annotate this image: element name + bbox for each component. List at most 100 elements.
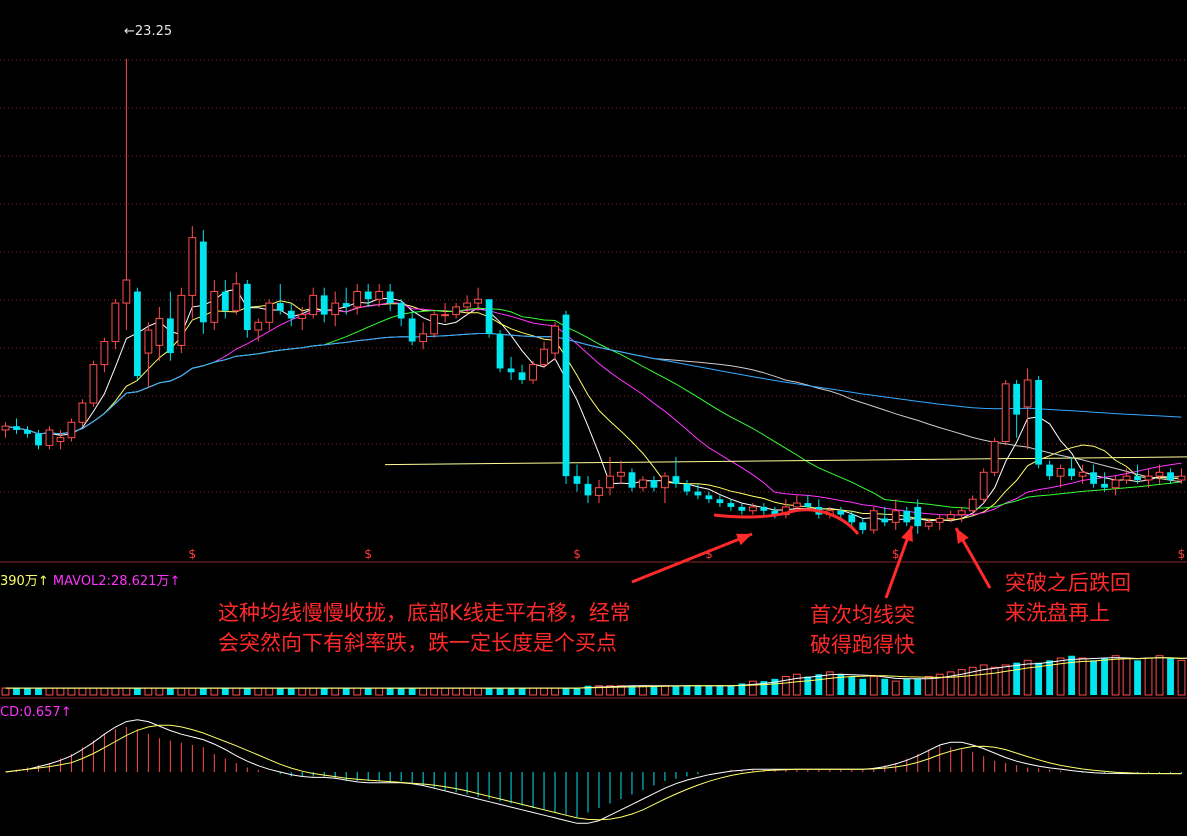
candle-body-up — [1155, 471, 1164, 477]
volume-bar — [67, 687, 76, 696]
arrow-to-flat-bottom — [631, 532, 753, 584]
candle-body-up — [869, 510, 878, 531]
volume-bar — [331, 687, 340, 696]
mavol-line — [5, 657, 1187, 689]
candle-body-up — [968, 498, 977, 512]
volume-bar — [496, 688, 504, 695]
volume-bar — [408, 688, 416, 695]
candle-body-down — [397, 303, 405, 319]
volume-bar — [56, 687, 65, 696]
up-arrow-icon: ↑ — [60, 705, 72, 720]
arrow-head-icon — [901, 526, 913, 542]
candle-body-down — [859, 522, 867, 530]
candle-body-up — [551, 325, 559, 354]
candle-body-up — [1023, 379, 1032, 408]
candle-body-down — [166, 318, 174, 354]
candle-body-down — [562, 314, 570, 477]
volume-bar — [716, 685, 724, 695]
volume-bar — [1101, 658, 1108, 695]
candle-body-up — [946, 514, 955, 519]
candle-body-down — [1035, 380, 1043, 465]
candle-body-down — [199, 241, 207, 323]
volume-bar — [529, 687, 537, 696]
volume-bar — [1167, 658, 1174, 695]
candle-body-down — [485, 299, 493, 334]
candle-body-up — [1122, 475, 1131, 481]
candle-body-up — [957, 510, 966, 516]
volume-bar — [35, 688, 42, 695]
candle-body-up — [617, 471, 625, 477]
candle-body-up — [595, 487, 603, 496]
volume-bar — [265, 687, 274, 696]
candle-body-down — [1167, 472, 1174, 480]
volume-bar — [1001, 664, 1010, 696]
candle-body-up — [1177, 475, 1186, 481]
candle-body-up — [990, 441, 999, 473]
volume-bar — [1023, 659, 1032, 696]
volume-bar — [210, 687, 219, 696]
sell-marker-icon: $ — [892, 547, 900, 561]
candle-body-down — [408, 318, 416, 342]
volume-bar — [881, 678, 889, 695]
candle-body-up — [298, 314, 307, 319]
candle-body-up — [375, 291, 384, 300]
volume-bar — [320, 688, 328, 695]
candle-body-up — [100, 341, 109, 366]
candle-body-up — [45, 429, 54, 446]
candle-body-up — [67, 421, 76, 439]
candle-body-down — [1134, 476, 1141, 480]
flat-bottom-curve — [713, 508, 860, 535]
volume-bar — [111, 687, 120, 696]
volume-bar — [1177, 659, 1186, 696]
volume-bar — [848, 676, 856, 695]
candle-body-up — [210, 291, 219, 323]
candle-body-up — [792, 502, 801, 508]
candle-body-down — [320, 295, 328, 315]
candle-body-up — [122, 279, 131, 304]
volume-bar — [727, 685, 735, 695]
high-price-value: 23.25 — [134, 24, 173, 39]
candle-body-down — [221, 291, 229, 311]
volume-bar — [221, 688, 229, 695]
volume-bar — [672, 685, 680, 695]
candle-body-up — [661, 475, 669, 489]
volume-bar — [859, 678, 867, 695]
volume-bar — [364, 688, 372, 695]
candle-body-down — [584, 483, 592, 496]
candle-body-down — [133, 291, 141, 377]
volume-bars — [1, 655, 1187, 696]
volume-bar — [13, 688, 20, 695]
volume-bar — [815, 674, 823, 695]
candle-body-down — [914, 506, 922, 527]
volume-bar — [386, 688, 394, 695]
annotation-arrows — [631, 508, 992, 599]
candle-body-down — [243, 283, 251, 330]
volume-bar — [430, 687, 439, 696]
mavol-legend-value: MAVOL2:28.621万 — [52, 574, 170, 589]
candle-body-down — [1068, 468, 1076, 477]
candle-body-down — [716, 499, 724, 504]
volume-bar — [485, 688, 493, 695]
volume-bar — [914, 678, 922, 695]
candle-body-down — [13, 426, 20, 430]
candle-body-down — [760, 506, 768, 511]
candle-body-down — [837, 510, 845, 515]
volume-bar — [748, 680, 757, 696]
volume-bar — [661, 685, 669, 696]
candle-body-down — [1101, 483, 1108, 488]
candle-body-up — [144, 329, 153, 354]
volume-bar — [243, 688, 251, 695]
candle-body-up — [232, 283, 241, 312]
candle-body-up — [529, 364, 537, 381]
volume-bar — [694, 685, 702, 695]
candle-body-up — [89, 364, 98, 404]
candle-body-up — [1056, 467, 1065, 477]
candle-body-down — [1090, 472, 1097, 484]
candle-body-up — [56, 437, 65, 443]
candle-body-up — [254, 321, 263, 331]
volume-bar — [232, 687, 241, 696]
macd-dea-line — [5, 724, 1182, 821]
volume-bar — [1122, 657, 1131, 696]
candle-body-up — [474, 298, 483, 304]
volume-bar — [133, 688, 141, 695]
